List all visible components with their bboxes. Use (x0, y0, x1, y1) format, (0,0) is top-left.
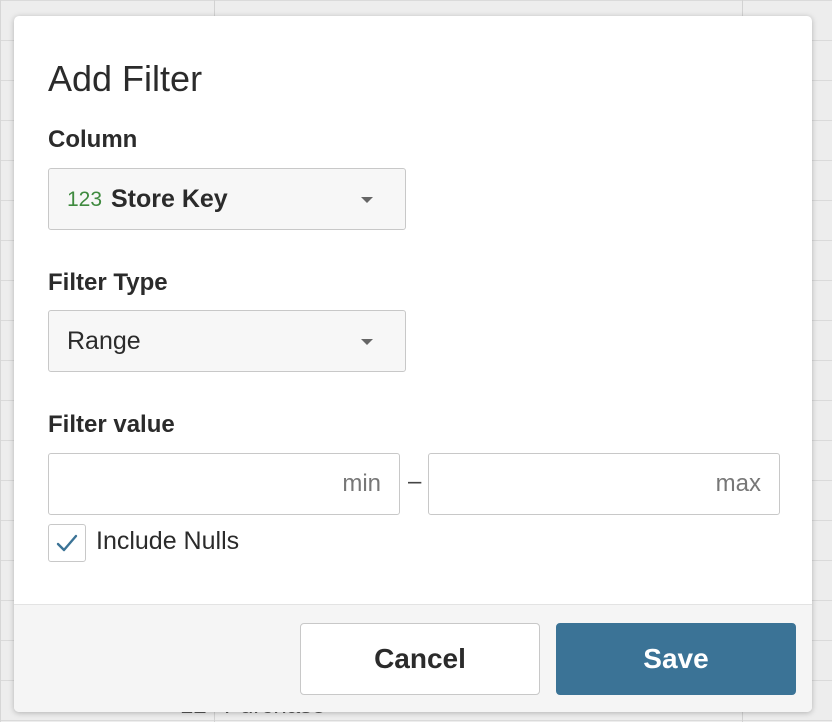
cancel-button[interactable]: Cancel (300, 623, 540, 695)
column-select-value: Store Key (111, 185, 228, 213)
column-label: Column (48, 126, 138, 153)
dialog-title: Add Filter (48, 58, 203, 99)
range-min-input[interactable] (48, 453, 400, 515)
add-filter-dialog: Add Filter Column 123 Store Key Filter T… (14, 16, 812, 712)
checkmark-icon (56, 534, 78, 552)
dialog-footer: Cancel Save (14, 604, 812, 712)
range-separator: – (408, 468, 422, 495)
save-button[interactable]: Save (556, 623, 796, 695)
filter-type-select-value: Range (67, 327, 141, 355)
chevron-down-icon (361, 339, 373, 345)
numeric-type-icon: 123 (67, 188, 103, 211)
range-max-input[interactable] (428, 453, 780, 515)
filter-value-label: Filter value (48, 411, 175, 438)
include-nulls-label[interactable]: Include Nulls (96, 527, 239, 556)
filter-type-label: Filter Type (48, 269, 168, 296)
filter-type-select[interactable]: Range (48, 310, 406, 372)
include-nulls-checkbox[interactable] (48, 524, 86, 562)
chevron-down-icon (361, 197, 373, 203)
column-select[interactable]: 123 Store Key (48, 168, 406, 230)
